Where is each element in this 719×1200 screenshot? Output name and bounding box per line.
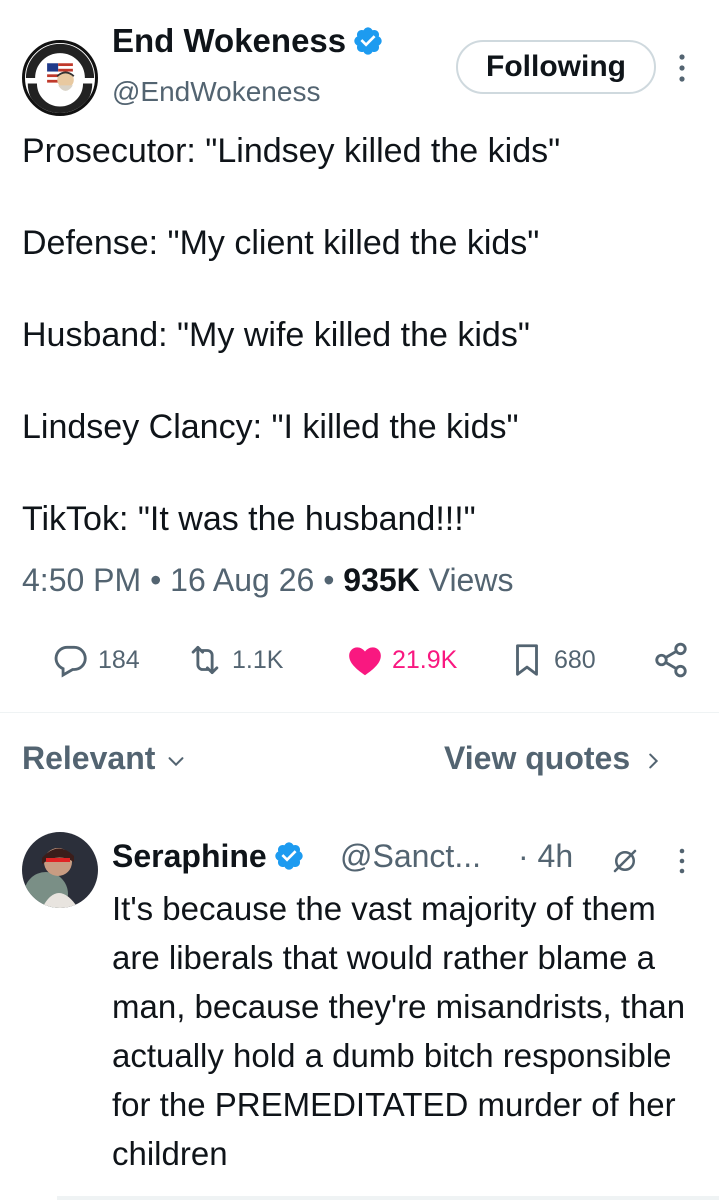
verified-badge-icon: [354, 27, 382, 55]
repost-icon: [191, 645, 219, 675]
bookmark-button[interactable]: 680: [508, 640, 596, 680]
tweet-line: Lindsey Clancy: "I killed the kids": [22, 408, 519, 446]
view-quotes-label: View quotes: [444, 740, 631, 776]
share-button[interactable]: [652, 640, 698, 680]
tweet-line: Prosecutor: "Lindsey killed the kids": [22, 132, 561, 170]
more-vertical-icon[interactable]: [672, 50, 692, 86]
reply-avatar-image: [22, 832, 98, 908]
tweet-date[interactable]: 16 Aug 26: [170, 562, 314, 598]
reply-icon: [54, 645, 87, 678]
view-quotes-link[interactable]: View quotes: [444, 740, 664, 777]
heart-filled-icon: [349, 647, 381, 676]
tweet-line: TikTok: "It was the husband!!!": [22, 500, 476, 538]
reply-more-icon[interactable]: [674, 846, 690, 876]
verified-badge-icon: [275, 842, 303, 870]
chevron-right-icon: [649, 753, 659, 768]
reply-author-name-row[interactable]: Seraphine: [112, 838, 305, 875]
views-count: 935K: [343, 562, 420, 598]
relevant-label: Relevant: [22, 740, 156, 776]
section-divider: [0, 712, 719, 713]
repost-button[interactable]: 1.1K: [186, 640, 283, 680]
bookmark-count: 680: [554, 645, 596, 674]
author-handle[interactable]: @EndWokeness: [112, 76, 320, 108]
author-name[interactable]: End Wokeness: [112, 22, 346, 59]
following-button[interactable]: Following: [456, 40, 656, 94]
repost-count: 1.1K: [232, 645, 284, 674]
reply-count: 184: [98, 645, 140, 674]
like-button[interactable]: 21.9K: [346, 640, 457, 680]
reply-author-handle[interactable]: @Sanct...: [340, 838, 481, 875]
relevant-sort-dropdown[interactable]: Relevant: [22, 740, 187, 777]
reply-author-name[interactable]: Seraphine: [112, 838, 267, 874]
like-count: 21.9K: [392, 645, 458, 674]
author-avatar[interactable]: [22, 40, 98, 116]
meta-separator: •: [150, 562, 171, 598]
tweet-line: Defense: "My client killed the kids": [22, 224, 540, 262]
views-label: Views: [428, 562, 514, 598]
reply-text: It's because the vast majority of them a…: [112, 890, 686, 1172]
author-name-row[interactable]: End Wokeness: [112, 22, 384, 60]
bottom-divider: [57, 1196, 719, 1200]
tweet-time[interactable]: 4:50 PM: [22, 562, 141, 598]
avatar-logo-icon: [25, 44, 95, 113]
bookmark-icon: [516, 644, 538, 676]
share-icon: [655, 642, 687, 678]
meta-separator: •: [323, 562, 344, 598]
reply-author-avatar[interactable]: [22, 832, 98, 908]
reply-timestamp[interactable]: · 4h: [518, 838, 573, 875]
grok-icon[interactable]: [610, 846, 640, 876]
tweet-line: Husband: "My wife killed the kids": [22, 316, 530, 354]
chevron-down-icon: [168, 756, 184, 766]
tweet-meta: 4:50 PM • 16 Aug 26 • 935K Views: [22, 562, 513, 599]
reply-button[interactable]: 184: [52, 640, 140, 680]
